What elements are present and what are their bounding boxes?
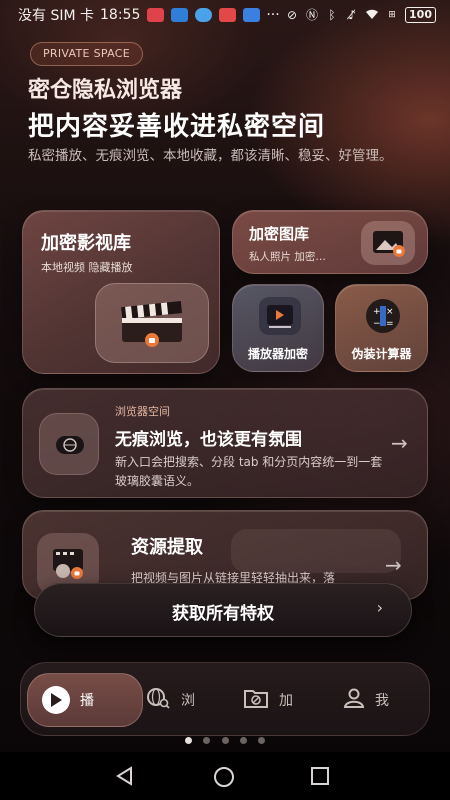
card-label: 播放器加密 bbox=[247, 347, 308, 361]
tab-browse[interactable]: 浏 bbox=[145, 673, 195, 727]
bulb-icon bbox=[243, 8, 261, 22]
card-title: 资源提取 bbox=[131, 537, 203, 558]
arrow-right-icon: → bbox=[391, 431, 408, 455]
tab-label: 浏 bbox=[181, 693, 195, 709]
svg-text:×: × bbox=[386, 307, 394, 317]
card-description: 新入口会把搜索、分段 tab 和分页内容统一到一套玻璃胶囊语义。 bbox=[115, 455, 383, 488]
card-label: 伪装计算器 bbox=[351, 347, 412, 361]
page-indicator bbox=[0, 729, 450, 748]
svg-text:=: = bbox=[386, 319, 394, 329]
back-icon[interactable] bbox=[115, 766, 135, 790]
clock: 18:55 bbox=[100, 7, 141, 23]
card-kicker: 浏览器空间 bbox=[115, 405, 170, 418]
svg-text:−: − bbox=[373, 319, 381, 329]
tab-play[interactable]: 播 bbox=[27, 673, 143, 727]
mute-icon: ♪̸ bbox=[348, 8, 356, 22]
card-title: 无痕浏览，也该更有氛围 bbox=[115, 430, 302, 450]
system-nav-bar bbox=[0, 752, 450, 800]
calculator-icon: + × − = bbox=[362, 297, 404, 335]
app-title: 密仓隐私浏览器 bbox=[28, 78, 183, 103]
private-space-badge: PRIVATE SPACE bbox=[30, 42, 143, 66]
tab-label: 播 bbox=[80, 693, 94, 709]
page-dot bbox=[203, 737, 211, 744]
tab-encrypt[interactable]: 加 bbox=[243, 673, 293, 727]
card-subtitle: 本地视频 隐藏播放 bbox=[41, 261, 133, 274]
recents-icon[interactable] bbox=[310, 766, 330, 790]
app-blue-icon bbox=[171, 8, 189, 22]
play-icon bbox=[42, 686, 70, 714]
encrypted-gallery-card[interactable]: 加密图库 私人照片 加密… bbox=[232, 210, 428, 274]
wifi-icon bbox=[365, 8, 379, 22]
bottom-tab-bar: 播 浏 加 我 bbox=[20, 662, 430, 736]
card-title: 加密影视库 bbox=[41, 233, 131, 254]
tab-label: 我 bbox=[375, 693, 389, 709]
app-red2-icon bbox=[219, 8, 237, 22]
app-red-icon bbox=[147, 8, 165, 22]
card-highlight bbox=[231, 529, 401, 573]
player-encryption-card[interactable]: 播放器加密 bbox=[232, 284, 324, 372]
page-description: 私密播放、无痕浏览、本地收藏，都该清晰、稳妥、好管理。 bbox=[28, 148, 393, 164]
photo-lock-icon bbox=[361, 221, 415, 265]
page-dot bbox=[221, 737, 229, 744]
card-subtitle: 私人照片 加密… bbox=[249, 251, 326, 263]
more-notifications: ··· bbox=[266, 7, 280, 23]
card-title: 加密图库 bbox=[249, 225, 310, 243]
incognito-browse-card[interactable]: 浏览器空间 无痕浏览，也该更有氛围 新入口会把搜索、分段 tab 和分页内容统一… bbox=[22, 388, 428, 498]
page-dot bbox=[257, 737, 265, 744]
page-headline: 把内容妥善收进私密空间 bbox=[28, 112, 326, 142]
tab-me[interactable]: 我 bbox=[343, 673, 389, 727]
encrypted-video-card[interactable]: 加密影视库 本地视频 隐藏播放 bbox=[22, 210, 220, 374]
browser-search-icon bbox=[145, 686, 171, 714]
cloud-icon bbox=[195, 8, 213, 22]
carrier-text: 没有 SIM 卡 bbox=[18, 8, 94, 24]
person-icon bbox=[343, 687, 365, 713]
dnd-icon: ⊘ bbox=[287, 8, 298, 22]
page-dot bbox=[239, 737, 247, 744]
nfc-icon: Ⓝ bbox=[306, 8, 319, 22]
arrow-right-icon: → bbox=[385, 553, 402, 577]
fake-calculator-card[interactable]: + × − = 伪装计算器 bbox=[335, 284, 428, 372]
app-screen: 没有 SIM 卡 18:55 ··· ⊘ Ⓝ ᛒ ♪̸ ⊞ 100 PRIVAT… bbox=[0, 0, 450, 800]
button-label: 获取所有特权 bbox=[172, 604, 274, 624]
tab-label: 加 bbox=[279, 693, 293, 709]
browser-globe-icon bbox=[39, 413, 99, 475]
battery-icon: 100 bbox=[405, 7, 436, 23]
clapperboard-icon bbox=[95, 283, 209, 363]
volte-icon: ⊞ bbox=[388, 10, 396, 20]
home-icon[interactable] bbox=[213, 766, 235, 792]
bluetooth-icon: ᛒ bbox=[328, 8, 336, 22]
page-dot-active bbox=[185, 737, 193, 744]
status-bar: 没有 SIM 卡 18:55 ··· ⊘ Ⓝ ᛒ ♪̸ ⊞ 100 bbox=[0, 0, 450, 30]
svg-text:+: + bbox=[373, 307, 381, 317]
video-player-icon bbox=[259, 297, 301, 335]
get-all-privileges-button[interactable]: 获取所有特权 › bbox=[34, 583, 412, 637]
folder-lock-icon bbox=[243, 687, 269, 713]
chevron-right-icon: › bbox=[376, 598, 383, 617]
